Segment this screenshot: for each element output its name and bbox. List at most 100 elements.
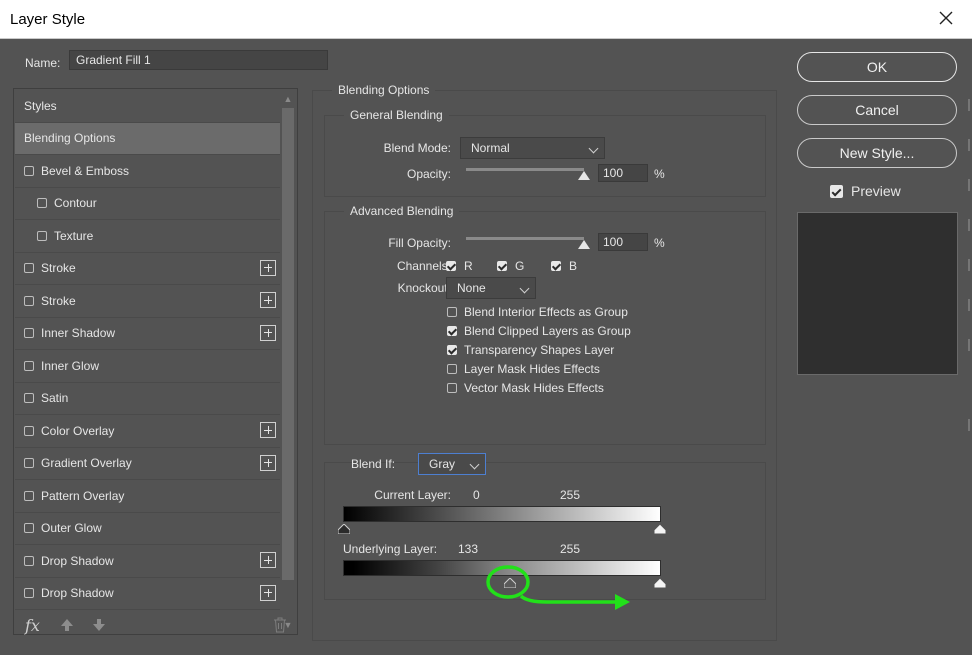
style-item-inner-glow[interactable]: Inner Glow xyxy=(15,350,280,383)
style-checkbox[interactable] xyxy=(24,295,34,306)
scroll-thumb[interactable] xyxy=(282,108,294,580)
styles-toolbar: fx xyxy=(13,609,298,635)
fill-opacity-label: Fill Opacity: xyxy=(388,236,451,250)
opacity-input[interactable]: 100 xyxy=(598,164,648,182)
preview-checkbox[interactable] xyxy=(830,184,843,198)
option-checkbox[interactable] xyxy=(447,345,457,355)
opacity-unit: % xyxy=(654,167,665,181)
style-item-bevel-emboss[interactable]: Bevel & Emboss xyxy=(15,155,280,188)
add-effect-plus-icon[interactable] xyxy=(260,259,276,276)
option-blend-clipped-layers-as-group[interactable]: Blend Clipped Layers as Group xyxy=(447,324,631,338)
style-checkbox[interactable] xyxy=(24,328,34,339)
style-item-stroke[interactable]: Stroke xyxy=(15,253,280,285)
blending-options-panel: Blending Options General Blending Blend … xyxy=(312,83,777,641)
channel-label: R xyxy=(464,259,473,273)
knockout-label: Knockout: xyxy=(397,281,451,295)
styles-list: Styles Blending Options Bevel & Emboss Cont… xyxy=(15,90,280,610)
style-checkbox[interactable] xyxy=(24,523,34,534)
blend-if-label: Blend If: xyxy=(351,457,396,471)
cancel-button[interactable]: Cancel xyxy=(797,95,957,125)
style-item-label: Styles xyxy=(24,98,57,113)
channel-checkbox[interactable] xyxy=(551,261,561,271)
current-layer-low-handle[interactable] xyxy=(338,524,350,534)
underlying-layer-high-handle[interactable] xyxy=(654,578,666,588)
opacity-slider-thumb[interactable] xyxy=(578,171,590,180)
channel-r-toggle[interactable]: R xyxy=(446,259,473,273)
add-effect-plus-icon[interactable] xyxy=(260,422,276,438)
option-checkbox[interactable] xyxy=(447,326,457,336)
style-checkbox[interactable] xyxy=(24,263,34,274)
style-item-blending-options[interactable]: Blending Options xyxy=(15,122,280,155)
add-effect-plus-icon[interactable] xyxy=(260,584,276,601)
knockout-value: None xyxy=(457,281,486,295)
fill-opacity-slider-track[interactable] xyxy=(466,237,584,240)
add-effect-plus-icon[interactable] xyxy=(260,552,276,568)
style-checkbox[interactable] xyxy=(24,393,34,404)
style-item-pattern-overlay[interactable]: Pattern Overlay xyxy=(15,480,280,513)
knockout-select[interactable]: None xyxy=(446,277,536,299)
annotation-highlight xyxy=(486,565,630,610)
option-checkbox[interactable] xyxy=(447,307,457,317)
style-item-satin[interactable]: Satin xyxy=(15,383,280,415)
style-checkbox[interactable] xyxy=(24,165,34,176)
styles-scrollbar[interactable]: ▲ ▼ xyxy=(280,90,296,634)
style-item-inner-shadow[interactable]: Inner Shadow xyxy=(15,318,280,350)
blending-options-title: Blending Options xyxy=(332,83,436,97)
blend-mode-select[interactable]: Normal xyxy=(460,137,605,159)
style-item-texture[interactable]: Texture xyxy=(15,220,280,253)
option-blend-interior-effects-as-group[interactable]: Blend Interior Effects as Group xyxy=(447,305,628,319)
style-checkbox[interactable] xyxy=(24,555,34,566)
opacity-slider-track[interactable] xyxy=(466,168,584,171)
style-checkbox[interactable] xyxy=(24,490,34,501)
window-title: Layer Style xyxy=(10,11,86,28)
style-checkbox[interactable] xyxy=(37,198,47,209)
style-item-drop-shadow[interactable]: Drop Shadow xyxy=(15,578,280,610)
style-item-stroke[interactable]: Stroke xyxy=(15,285,280,318)
channel-checkbox[interactable] xyxy=(446,261,456,271)
style-item-outer-glow[interactable]: Outer Glow xyxy=(15,513,280,545)
channel-g-toggle[interactable]: G xyxy=(497,259,524,273)
scroll-up-arrow-icon[interactable]: ▲ xyxy=(280,92,296,106)
preview-toggle[interactable]: Preview xyxy=(830,183,901,199)
style-checkbox[interactable] xyxy=(24,425,34,436)
fill-opacity-input[interactable]: 100 xyxy=(598,233,648,251)
style-item-label: Drop Shadow xyxy=(41,586,114,601)
underlying-layer-high: 255 xyxy=(560,542,581,556)
fill-opacity-slider-thumb[interactable] xyxy=(578,240,590,249)
option-checkbox[interactable] xyxy=(447,383,457,393)
name-input[interactable] xyxy=(69,50,328,70)
close-icon[interactable] xyxy=(934,6,958,30)
new-style-button[interactable]: New Style... xyxy=(797,138,957,168)
style-checkbox[interactable] xyxy=(24,588,34,599)
option-vector-mask-hides-effects[interactable]: Vector Mask Hides Effects xyxy=(447,381,604,395)
general-blending-group: General Blending Blend Mode: Normal Opac… xyxy=(324,108,766,197)
add-effect-plus-icon[interactable] xyxy=(260,324,276,341)
blend-if-select[interactable]: Gray xyxy=(418,453,486,475)
option-checkbox[interactable] xyxy=(447,364,457,374)
blend-if-value: Gray xyxy=(429,457,456,471)
ok-button[interactable]: OK xyxy=(797,52,957,82)
add-effect-plus-icon[interactable] xyxy=(260,454,276,471)
option-layer-mask-hides-effects[interactable]: Layer Mask Hides Effects xyxy=(447,362,600,376)
fx-icon[interactable]: fx xyxy=(25,616,40,635)
style-checkbox[interactable] xyxy=(37,230,47,241)
advanced-blending-group: Advanced Blending Fill Opacity: 100 % Ch… xyxy=(324,204,766,445)
current-layer-high-handle[interactable] xyxy=(654,524,666,534)
style-item-styles: Styles xyxy=(15,90,280,123)
add-effect-plus-icon[interactable] xyxy=(260,292,276,308)
move-up-icon[interactable] xyxy=(60,618,74,632)
option-transparency-shapes-layer[interactable]: Transparency Shapes Layer xyxy=(447,343,614,357)
channel-b-toggle[interactable]: B xyxy=(551,259,577,273)
style-item-drop-shadow[interactable]: Drop Shadow xyxy=(15,545,280,578)
style-checkbox[interactable] xyxy=(24,360,34,371)
style-checkbox[interactable] xyxy=(24,458,34,469)
current-layer-low: 0 xyxy=(473,488,480,502)
channel-checkbox[interactable] xyxy=(497,261,507,271)
chevron-down-icon xyxy=(469,459,480,470)
style-item-contour[interactable]: Contour xyxy=(15,188,280,220)
style-item-gradient-overlay[interactable]: Gradient Overlay xyxy=(15,448,280,480)
trash-icon[interactable] xyxy=(273,617,287,633)
style-item-color-overlay[interactable]: Color Overlay xyxy=(15,415,280,448)
move-down-icon[interactable] xyxy=(92,618,106,632)
style-item-label: Drop Shadow xyxy=(41,553,114,568)
